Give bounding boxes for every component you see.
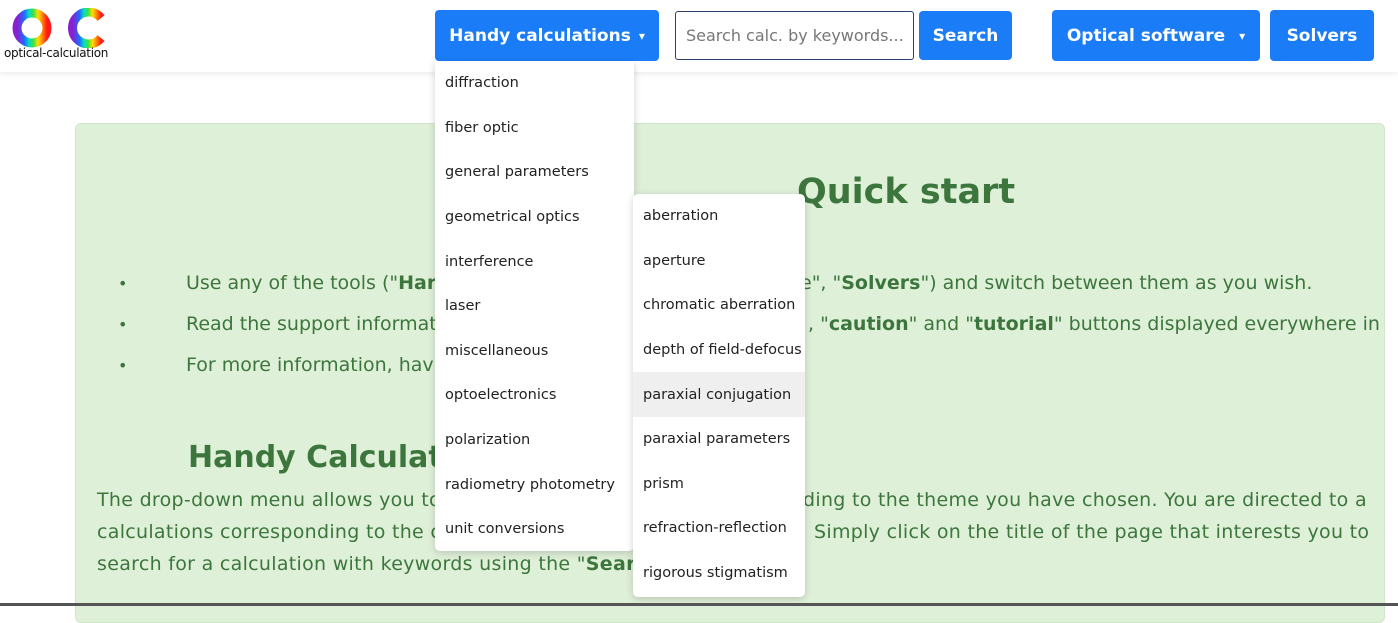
optical-software-button[interactable]: Optical software ▾ — [1052, 10, 1260, 61]
handy-calculations-button[interactable]: Handy calculations ▾ — [435, 10, 659, 61]
logo-text: optical-calculation — [4, 46, 109, 60]
handy-calculations-dropdown: diffraction fiber optic general parameters… — [435, 61, 634, 551]
top-navbar: optical-calculation Handy calculations ▾ … — [0, 0, 1398, 72]
menu-item-geometrical-optics[interactable]: geometrical optics — [435, 195, 634, 240]
quick-start-title: Quick start — [797, 172, 1016, 212]
menu-item-paraxial-conjugation[interactable]: paraxial conjugation — [633, 372, 805, 417]
paragraph-line-1-right: ding to the theme you have chosen. You a… — [803, 489, 1367, 511]
menu-item-optoelectronics[interactable]: optoelectronics — [435, 373, 634, 418]
menu-item-general-parameters[interactable]: general parameters — [435, 150, 634, 195]
menu-item-radiometry-photometry[interactable]: radiometry photometry — [435, 462, 634, 507]
bullet: • — [118, 356, 128, 375]
handy-calculations-label: Handy calculations — [449, 25, 631, 46]
menu-item-unit-conversions[interactable]: unit conversions — [435, 507, 634, 552]
bullet-3-left: For more information, hav — [186, 354, 434, 376]
optical-software-label: Optical software — [1066, 25, 1226, 46]
menu-item-rigorous-stigmatism[interactable]: rigorous stigmatism — [633, 551, 805, 596]
paragraph-line-1-left: The drop-down menu allows you to — [97, 489, 441, 511]
menu-item-interference[interactable]: interference — [435, 239, 634, 284]
bullet-2-left: Read the support informat — [186, 313, 437, 335]
paragraph-line-3-left: search for a calculation with keywords u… — [97, 553, 662, 575]
solvers-button[interactable]: Solvers — [1270, 10, 1374, 61]
logo-icon[interactable] — [8, 8, 108, 48]
menu-item-chromatic-aberration[interactable]: chromatic aberration — [633, 283, 805, 328]
section-title: Handy Calculat — [188, 440, 443, 475]
menu-item-laser[interactable]: laser — [435, 284, 634, 329]
menu-item-miscellaneous[interactable]: miscellaneous — [435, 329, 634, 374]
menu-item-depth-of-field-defocus[interactable]: depth of field-defocus — [633, 328, 805, 373]
menu-item-aberration[interactable]: aberration — [633, 194, 805, 239]
caret-down-icon: ▾ — [1239, 28, 1246, 43]
menu-item-aperture[interactable]: aperture — [633, 239, 805, 284]
menu-item-diffraction[interactable]: diffraction — [435, 61, 634, 106]
paragraph-line-2-right: Simply click on the title of the page th… — [814, 521, 1370, 543]
search-placeholder: Search calc. by keywords... — [686, 26, 904, 45]
bullet-1-left: Use any of the tools ("Har — [186, 272, 437, 294]
menu-item-fiber-optic[interactable]: fiber optic — [435, 106, 634, 151]
search-button[interactable]: Search — [919, 11, 1012, 60]
bullet: • — [118, 274, 128, 293]
caret-down-icon: ▾ — [638, 28, 645, 43]
menu-item-polarization[interactable]: polarization — [435, 418, 634, 463]
bullet-1-right: e", "Solvers") and switch between them a… — [800, 272, 1313, 294]
geometrical-optics-submenu: aberration aperture chromatic aberration de… — [633, 194, 805, 597]
menu-item-refraction-reflection[interactable]: refraction-reflection — [633, 506, 805, 551]
menu-item-paraxial-parameters[interactable]: paraxial parameters — [633, 417, 805, 462]
menu-item-prism[interactable]: prism — [633, 462, 805, 507]
bullet: • — [118, 315, 128, 334]
search-input[interactable]: Search calc. by keywords... — [675, 11, 914, 60]
bullet-2-right: , "caution" and "tutorial" buttons displ… — [808, 313, 1385, 335]
paragraph-line-2-left: calculations corresponding to the c — [97, 521, 442, 543]
